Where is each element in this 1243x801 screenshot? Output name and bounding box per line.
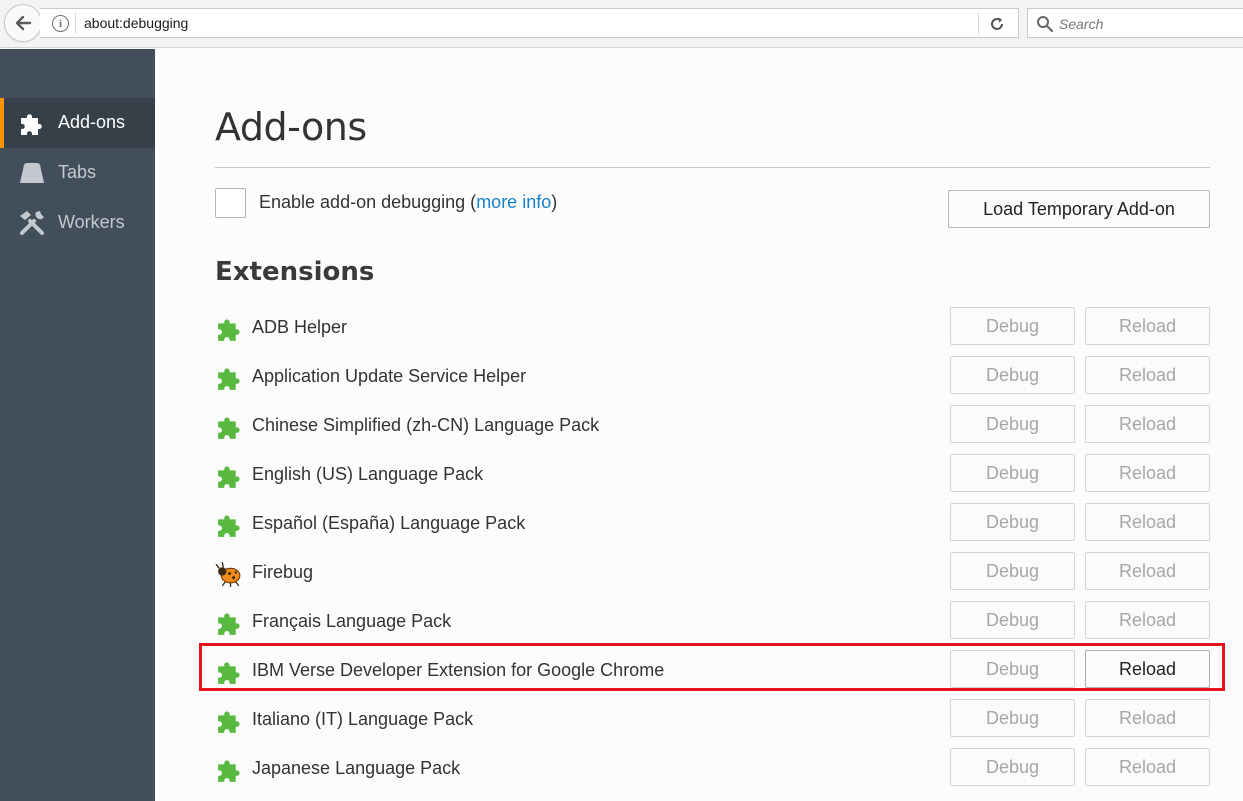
search-input[interactable]: Search <box>1059 16 1103 32</box>
debug-button[interactable]: Debug <box>950 748 1075 786</box>
reload-icon <box>991 17 1003 30</box>
puzzle-icon <box>215 706 244 735</box>
extension-row: Firebug Debug Reload <box>215 552 1215 592</box>
enable-debugging-checkbox[interactable] <box>215 188 246 218</box>
puzzle-icon <box>18 110 46 136</box>
debug-button[interactable]: Debug <box>950 356 1075 394</box>
puzzle-icon <box>215 363 244 392</box>
reload-button[interactable]: Reload <box>1085 552 1210 590</box>
hammer-wrench-icon <box>18 210 46 236</box>
extension-row: Italiano (IT) Language Pack Debug Reload <box>215 699 1215 739</box>
sidebar: Add-ons Tabs Workers <box>0 49 155 801</box>
back-arrow-icon <box>15 15 32 31</box>
extension-name: Chinese Simplified (zh-CN) Language Pack <box>252 415 600 435</box>
debug-button[interactable]: Debug <box>950 405 1075 443</box>
url-text[interactable]: about:debugging <box>84 15 188 31</box>
browser-toolbar: i about:debugging Search <box>0 0 1243 48</box>
puzzle-icon <box>215 657 244 686</box>
debug-button[interactable]: Debug <box>950 454 1075 492</box>
puzzle-icon <box>215 608 244 637</box>
extension-row: IBM Verse Developer Extension for Google… <box>215 650 1215 690</box>
debug-button[interactable]: Debug <box>950 307 1075 345</box>
reload-button[interactable]: Reload <box>1085 601 1210 639</box>
sidebar-item-label: Tabs <box>58 162 97 182</box>
search-icon <box>1037 16 1054 33</box>
firebug-icon <box>215 559 244 588</box>
tab-icon <box>18 160 46 186</box>
reload-button[interactable]: Reload <box>1085 748 1210 786</box>
extension-name: ADB Helper <box>252 317 348 337</box>
title-divider <box>215 167 1210 168</box>
sidebar-item-label: Add-ons <box>58 112 126 132</box>
extension-row: Español (España) Language Pack Debug Reloa… <box>215 503 1215 543</box>
debug-button[interactable]: Debug <box>950 699 1075 737</box>
more-info-link[interactable]: more info <box>476 192 551 212</box>
puzzle-icon <box>215 412 244 441</box>
reload-button[interactable]: Reload <box>1085 503 1210 541</box>
load-temporary-addon-button[interactable]: Load Temporary Add-on <box>948 190 1210 228</box>
extension-row: Chinese Simplified (zh-CN) Language Pack… <box>215 405 1215 445</box>
extension-name: English (US) Language Pack <box>252 464 484 484</box>
reload-button[interactable]: Reload <box>1085 454 1210 492</box>
page-title: Add-ons <box>215 105 367 149</box>
search-bar[interactable]: Search <box>1027 8 1243 38</box>
url-separator <box>75 13 76 34</box>
extension-row: Japanese Language Pack Debug Reload <box>215 748 1215 788</box>
reload-button[interactable]: Reload <box>1085 405 1210 443</box>
reload-button[interactable]: Reload <box>1085 307 1210 345</box>
puzzle-icon <box>215 461 244 490</box>
sidebar-item-workers[interactable]: Workers <box>0 198 155 248</box>
debug-button[interactable]: Debug <box>950 650 1075 688</box>
url-separator <box>978 13 979 34</box>
extension-row: ADB Helper Debug Reload <box>215 307 1215 347</box>
puzzle-icon <box>215 755 244 784</box>
enable-debugging-suffix: ) <box>551 192 558 212</box>
extension-name: Japanese Language Pack <box>252 758 461 778</box>
puzzle-icon <box>215 510 244 539</box>
extensions-heading: Extensions <box>215 257 375 287</box>
debug-button[interactable]: Debug <box>950 503 1075 541</box>
puzzle-icon <box>215 314 244 343</box>
extension-name: Italiano (IT) Language Pack <box>252 709 474 729</box>
reload-button[interactable]: Reload <box>1085 699 1210 737</box>
extension-row: Application Update Service Helper Debug Re… <box>215 356 1215 396</box>
sidebar-item-label: Workers <box>58 212 125 232</box>
extension-name: Firebug <box>252 562 314 582</box>
extension-row: English (US) Language Pack Debug Reload <box>215 454 1215 494</box>
extension-row: Français Language Pack Debug Reload <box>215 601 1215 641</box>
debug-button[interactable]: Debug <box>950 601 1075 639</box>
reload-page-button[interactable] <box>986 13 1008 35</box>
info-icon[interactable]: i <box>52 15 69 32</box>
reload-button[interactable]: Reload <box>1085 356 1210 394</box>
sidebar-item-tabs[interactable]: Tabs <box>0 148 155 198</box>
enable-debugging-label: Enable add-on debugging (more info) <box>259 192 557 213</box>
extension-name: Français Language Pack <box>252 611 452 631</box>
url-bar[interactable]: i about:debugging <box>40 8 1019 38</box>
extension-name: Español (España) Language Pack <box>252 513 526 533</box>
reload-button[interactable]: Reload <box>1085 650 1210 688</box>
sidebar-item-addons[interactable]: Add-ons <box>0 98 155 148</box>
main-content: Add-ons Enable add-on debugging (more in… <box>155 49 1243 801</box>
debug-button[interactable]: Debug <box>950 552 1075 590</box>
back-button[interactable] <box>4 4 42 42</box>
extension-name: Application Update Service Helper <box>252 366 527 386</box>
enable-debugging-text: Enable add-on debugging ( <box>259 192 477 212</box>
extension-name: IBM Verse Developer Extension for Google… <box>252 660 665 680</box>
